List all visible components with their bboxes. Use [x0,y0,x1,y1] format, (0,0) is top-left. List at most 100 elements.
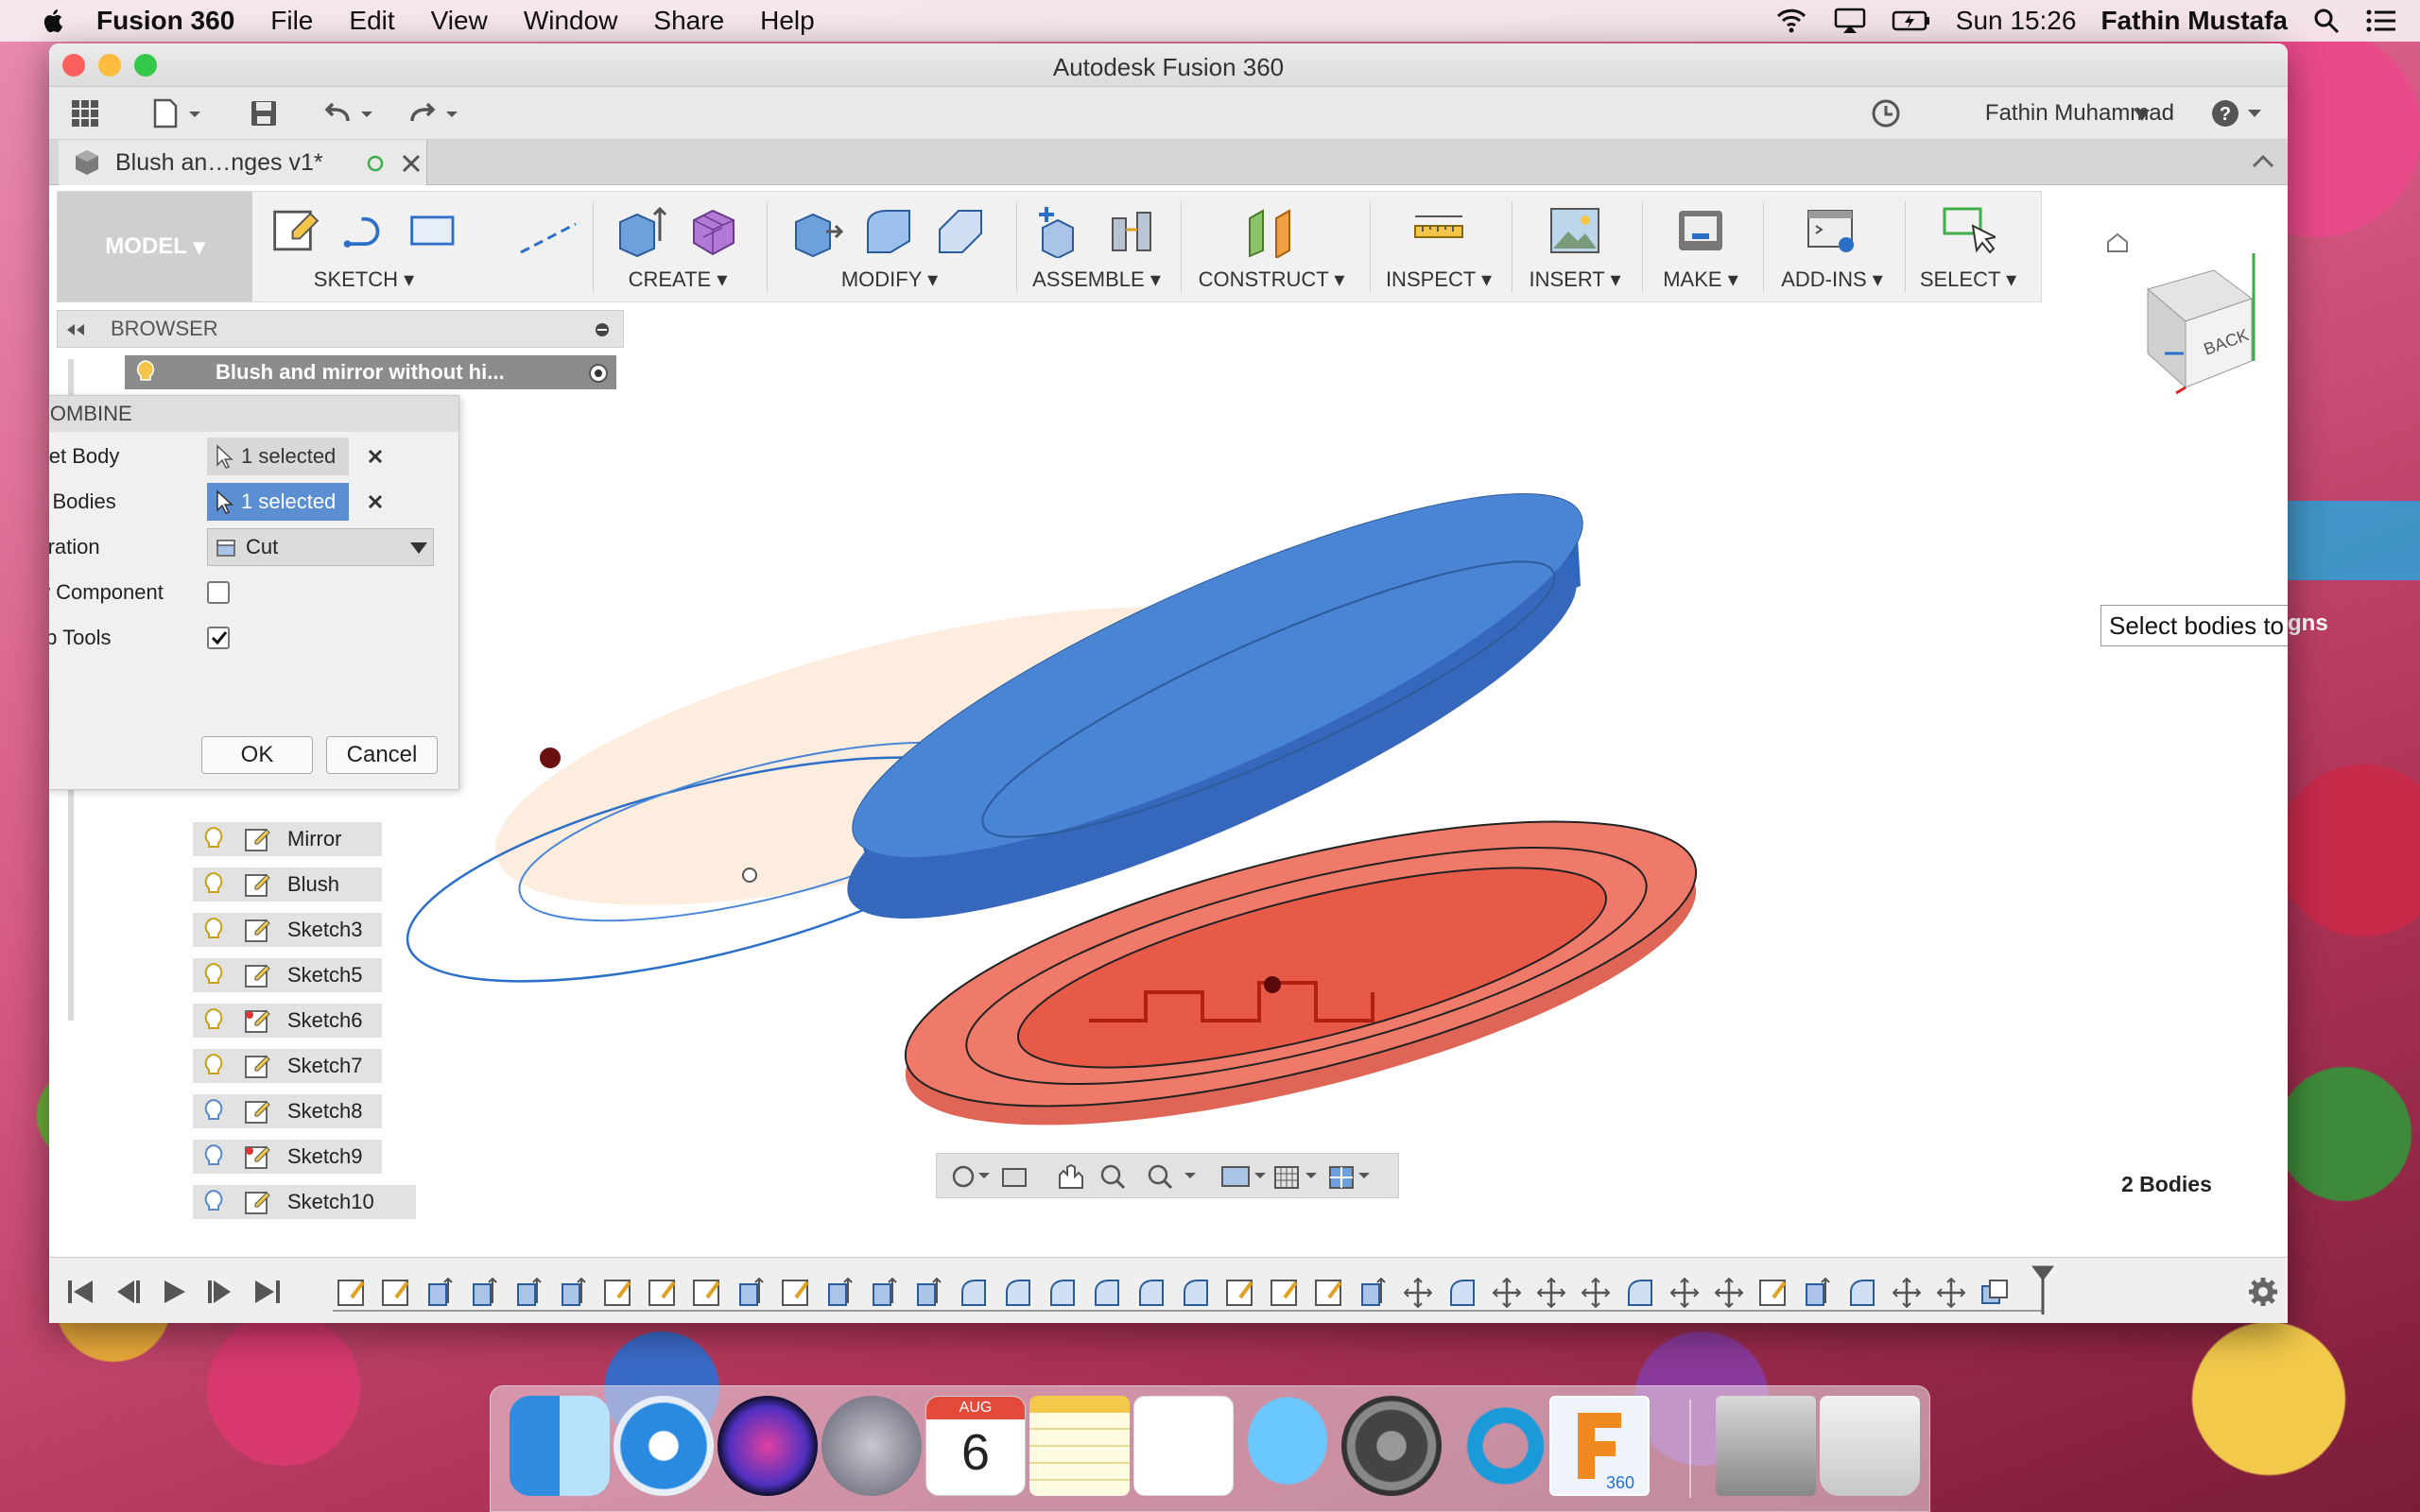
viewcube[interactable]: BACK [2091,223,2280,412]
root-visibility-bulb-icon[interactable] [134,359,157,386]
spotlight-search-icon[interactable] [2312,7,2341,35]
siri-icon[interactable] [717,1396,818,1496]
construct-group[interactable]: CONSTRUCT ▾ [1188,199,1355,298]
menu-file[interactable]: File [270,6,313,36]
file-menu-icon[interactable] [151,98,208,129]
browser-item-blush[interactable]: Blush [193,868,382,902]
notes-icon[interactable] [1029,1396,1130,1496]
browser-item-sketch5[interactable]: Sketch5 [193,958,382,992]
target-body-selection[interactable]: 1 selected [207,438,349,475]
user-menu-chevron-down-icon[interactable] [2135,110,2150,121]
joint-icon[interactable] [1105,203,1160,258]
close-tab-icon[interactable] [401,153,422,174]
timeline-settings-gear-icon[interactable] [2248,1277,2278,1307]
menu-window[interactable]: Window [524,6,618,36]
tool-bodies-selection[interactable]: 1 selected [207,483,349,521]
menu-help[interactable]: Help [760,6,815,36]
combine-dialog-header[interactable]: COMBINE [49,396,458,432]
visibility-bulb-icon[interactable] [202,917,225,943]
menu-app-name[interactable]: Fusion 360 [96,6,234,36]
menu-edit[interactable]: Edit [349,6,394,36]
visibility-bulb-icon[interactable] [202,1053,225,1079]
clear-tool-selection-icon[interactable] [366,492,385,511]
visibility-bulb-off-icon[interactable] [202,1098,225,1125]
navigation-tools[interactable] [942,1160,1396,1194]
sketch-rectangle-icon[interactable] [406,203,458,258]
timeline-features[interactable] [333,1265,2110,1318]
airplay-icon[interactable] [1833,7,1867,35]
construction-line-icon[interactable] [515,211,581,266]
clear-target-selection-icon[interactable] [366,447,385,466]
insert-canvas-icon[interactable] [1547,203,1602,258]
browser-root-node[interactable]: Blush and mirror without hi... [125,355,616,389]
make-group[interactable]: MAKE ▾ [1650,199,1752,298]
fillet-icon[interactable] [862,203,917,258]
browser-panel-header[interactable]: BROWSER [57,310,624,348]
job-status-clock-icon[interactable] [1870,98,1902,129]
sketch-group[interactable]: SKETCH ▾ [269,199,458,298]
sketch-arc-icon[interactable] [338,203,390,258]
downloads-stack-icon[interactable] [1716,1396,1816,1496]
system-preferences-icon[interactable] [1341,1396,1442,1496]
redo-icon[interactable] [408,98,469,129]
calendar-icon[interactable]: AUG 6 [925,1396,1026,1496]
select-group[interactable]: SELECT ▾ [1912,199,2024,298]
operation-dropdown[interactable]: Cut [207,528,434,566]
launchpad-icon[interactable] [821,1396,922,1496]
notification-center-icon[interactable] [2365,8,2397,34]
extrude-icon[interactable] [614,203,669,258]
trash-icon[interactable] [1820,1396,1920,1496]
browser-item-sketch10[interactable]: Sketch10 [193,1185,416,1219]
select-icon[interactable] [1941,203,1996,258]
insert-group[interactable]: INSERT ▾ [1519,199,1631,298]
measure-icon[interactable] [1411,203,1466,258]
offset-plane-icon[interactable] [1244,203,1299,258]
app-c-icon[interactable] [1445,1396,1546,1496]
new-component-icon[interactable] [1033,203,1088,258]
save-icon[interactable] [248,98,280,129]
data-panel-grid-icon[interactable] [68,98,102,129]
menubar-clock[interactable]: Sun 15:26 [1956,6,2077,36]
form-icon[interactable] [686,203,741,258]
visibility-bulb-off-icon[interactable] [202,1143,225,1170]
fusion-360-dock-icon[interactable]: 360 [1549,1396,1650,1496]
visibility-bulb-icon[interactable] [202,1007,225,1034]
modify-group[interactable]: MODIFY ▾ [776,199,1003,298]
browser-item-mirror[interactable]: Mirror [193,822,382,856]
3d-print-icon[interactable] [1673,203,1728,258]
browser-item-sketch7[interactable]: Sketch7 [193,1049,382,1083]
browser-pin-icon[interactable] [595,322,610,337]
reminders-icon[interactable] [1133,1396,1234,1496]
keep-tools-checkbox[interactable] [207,627,230,649]
workspace-switcher[interactable]: MODEL ▾ [58,192,252,301]
menu-view[interactable]: View [431,6,488,36]
press-pull-icon[interactable] [790,203,845,258]
browser-item-sketch8[interactable]: Sketch8 [193,1094,382,1128]
collapse-toolbar-chevron-up-icon[interactable] [2252,153,2274,168]
visibility-bulb-icon[interactable] [202,826,225,852]
timeline-playback-controls[interactable] [64,1275,301,1309]
finder-icon[interactable] [510,1396,610,1496]
inspect-group[interactable]: INSPECT ▾ [1377,199,1500,298]
battery-icon[interactable] [1892,9,1931,33]
browser-item-sketch3[interactable]: Sketch3 [193,913,382,947]
create-group[interactable]: CREATE ▾ [602,199,753,298]
wifi-icon[interactable] [1774,7,1808,35]
cancel-button[interactable]: Cancel [326,736,438,774]
visibility-bulb-icon[interactable] [202,962,225,988]
browser-item-sketch9[interactable]: Sketch9 [193,1140,382,1174]
document-tab[interactable]: Blush an…nges v1* [59,140,427,185]
assemble-group[interactable]: ASSEMBLE ▾ [1026,199,1167,298]
undo-icon[interactable] [323,98,384,129]
ok-button[interactable]: OK [201,736,313,774]
apple-icon[interactable] [40,7,68,35]
help-icon[interactable]: ? [2210,98,2269,129]
safari-icon[interactable] [614,1396,714,1496]
browser-collapse-icon[interactable] [65,322,86,337]
chamfer-icon[interactable] [934,203,989,258]
add-ins-group[interactable]: ADD-INS ▾ [1771,199,1893,298]
scripts-add-ins-icon[interactable] [1805,203,1859,258]
visibility-bulb-off-icon[interactable] [202,1189,225,1215]
create-sketch-icon[interactable] [269,203,321,258]
root-activate-radio-icon[interactable] [588,363,609,384]
